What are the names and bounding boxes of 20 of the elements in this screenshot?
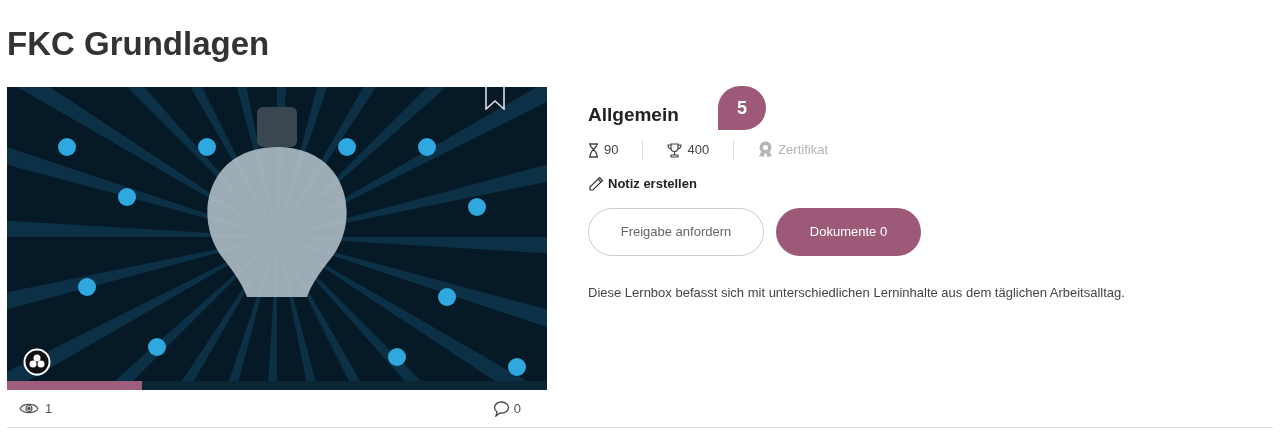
pencil-icon: [588, 175, 604, 192]
request-button[interactable]: Freigabe anfordern: [588, 207, 764, 256]
stat-value: 400: [687, 141, 710, 160]
logo-icon: [23, 348, 51, 376]
comment-count: 0: [513, 399, 521, 418]
comment-icon: [492, 400, 510, 417]
eye-icon: [19, 402, 39, 415]
view-count: 1: [45, 399, 53, 418]
create-note-link[interactable]: Notiz erstellen: [588, 174, 1125, 194]
trophy-icon: [667, 142, 683, 158]
award-icon: [758, 141, 774, 159]
section-heading: Allgemein: [588, 103, 679, 127]
bookmark-icon[interactable]: [485, 87, 505, 110]
count-badge: 5: [718, 86, 766, 130]
stat-value: Zertifikat: [778, 141, 828, 160]
documents-button[interactable]: Dokumente 0: [776, 207, 921, 256]
description: Diese Lernbox befasst sich mit unterschiedlichen Lerninhalte aus dem täglichen Arbeitsalltag.: [588, 283, 1125, 302]
stat-value: 90: [604, 141, 619, 160]
page-title: FKC Grundlagen: [6, 24, 271, 64]
hourglass-icon: [588, 142, 599, 158]
